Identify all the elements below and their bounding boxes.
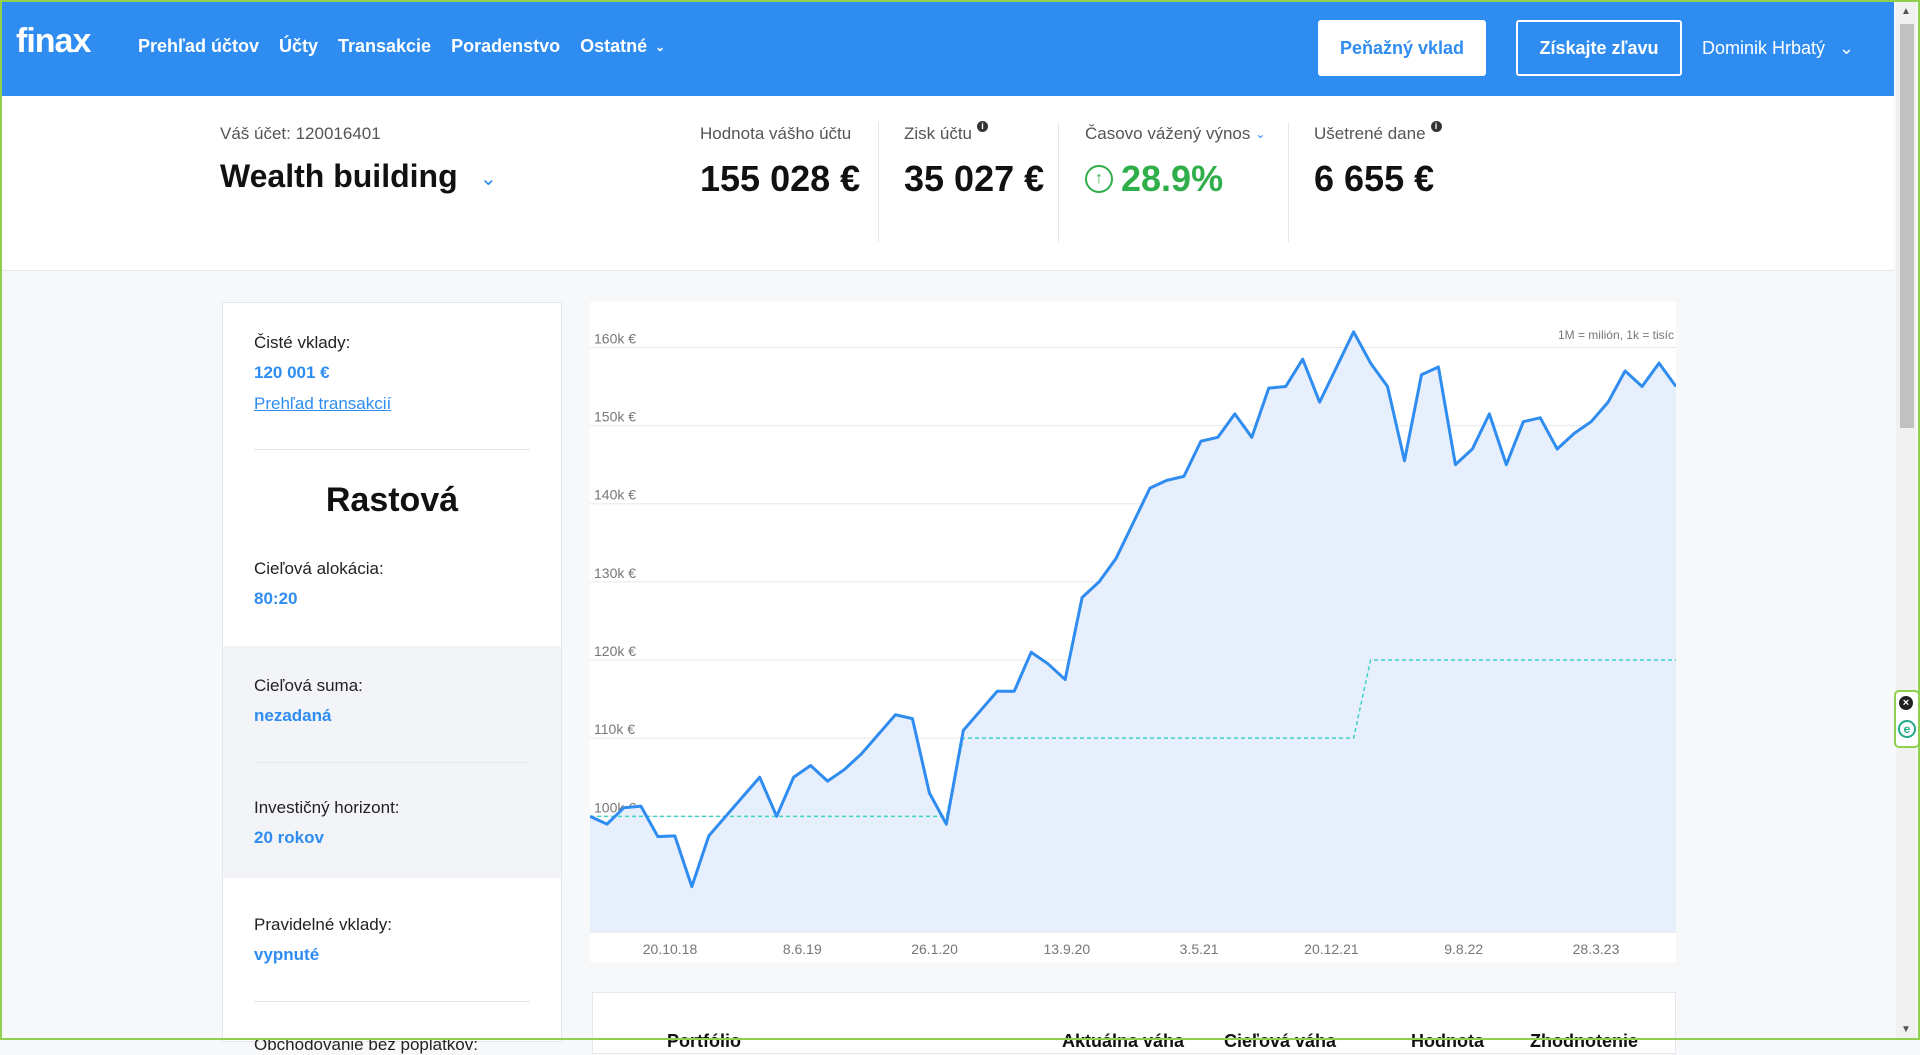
nav-accounts-overview-label: Prehľad účtov — [138, 36, 259, 56]
regular-deposits-label: Pravidelné vklady: — [254, 915, 392, 934]
scroll-up-arrow-icon[interactable]: ▲ — [1901, 6, 1911, 17]
x-tick-label: 26.1.20 — [911, 941, 958, 957]
time-weighted-return: 28.9% — [1121, 158, 1224, 199]
finax-logo[interactable]: finax — [16, 22, 91, 61]
x-tick-label: 28.3.23 — [1573, 941, 1620, 957]
target-allocation-label: Cieľová alokácia: — [254, 559, 384, 578]
nav-advice[interactable]: Poradenstvo — [451, 36, 560, 57]
nav-advice-label: Poradenstvo — [451, 36, 561, 56]
info-icon[interactable]: i — [977, 120, 989, 132]
y-tick-label: 150k € — [594, 409, 636, 425]
saved-taxes-label-row: Ušetrené dane i — [1314, 120, 1442, 144]
time-weighted-return-stat: Časovo vážený výnos ⌄ ↑ 28.9% — [1085, 124, 1265, 200]
main-nav: Prehľad účtov Účty Transakcie Poradenstv… — [138, 36, 665, 57]
arrow-up-circle-icon: ↑ — [1085, 165, 1113, 193]
column-current-weight[interactable]: Aktuálna váha — [1062, 1031, 1184, 1052]
net-deposits-label: Čisté vklady: — [254, 333, 351, 352]
account-profit: 35 027 € — [904, 158, 1045, 199]
scroll-down-arrow-icon[interactable]: ▼ — [1901, 1024, 1911, 1035]
target-sum-value[interactable]: nezadaná — [254, 706, 331, 726]
target-allocation-value: 80:20 — [254, 589, 298, 608]
account-name: Wealth building — [220, 158, 458, 194]
account-value-stat: Hodnota vášho účtu 155 028 € — [700, 124, 860, 200]
account-summary: Váš účet: 120016401 Wealth building ⌄ Ho… — [0, 96, 1894, 271]
close-icon[interactable]: × — [1899, 696, 1913, 710]
chevron-down-icon: ⌄ — [655, 39, 666, 54]
transactions-overview-link[interactable]: Prehľad transakcií — [254, 394, 391, 414]
user-name: Dominik Hrbatý — [1702, 38, 1826, 58]
account-profit-label: Zisk účtu — [904, 124, 973, 143]
target-sum-label: Cieľová suma: — [254, 676, 363, 695]
account-details-panel: Čisté vklady: 120 001 € Prehľad transakc… — [222, 302, 562, 1054]
column-target-weight[interactable]: Cieľová váha — [1224, 1031, 1336, 1052]
chart-canvas: 160k €150k €140k €130k €120k €110k €100k… — [590, 328, 1676, 957]
y-tick-label: 110k € — [594, 721, 635, 737]
saved-taxes: 6 655 € — [1314, 158, 1435, 199]
value-area-fill — [590, 331, 1676, 932]
saved-taxes-label: Ušetrené dane — [1314, 124, 1426, 143]
e-icon[interactable]: e — [1898, 720, 1916, 738]
divider — [1288, 122, 1289, 242]
nav-accounts[interactable]: Účty — [279, 36, 318, 57]
x-tick-label: 8.6.19 — [783, 941, 822, 957]
strategy-name: Rastová — [325, 481, 459, 519]
x-tick-label: 20.12.21 — [1304, 941, 1359, 957]
page-scrollbar[interactable]: ▲ ▼ — [1896, 0, 1916, 1040]
user-menu[interactable]: Dominik Hrbatý ⌄ — [1702, 38, 1854, 59]
nav-transactions-label: Transakcie — [337, 36, 432, 56]
portfolio-table: Portfólio Aktuálna váha Cieľová váha Hod… — [592, 992, 1676, 1054]
account-number: Váš účet: 120016401 — [220, 124, 381, 143]
time-weighted-return-selector[interactable]: Časovo vážený výnos ⌄ — [1085, 124, 1265, 144]
column-portfolio[interactable]: Portfólio — [667, 1031, 741, 1052]
info-icon[interactable]: i — [1430, 120, 1442, 132]
net-deposits-value: 120 001 € — [254, 363, 330, 382]
nav-transactions[interactable]: Transakcie — [338, 36, 431, 57]
account-profit-label-row: Zisk účtu i — [904, 120, 1044, 144]
account-value: 155 028 € — [700, 158, 861, 199]
investment-horizon-label: Investičný horizont: — [254, 798, 400, 817]
divider — [254, 449, 530, 450]
x-tick-label: 20.10.18 — [643, 941, 698, 957]
x-tick-label: 13.9.20 — [1043, 941, 1090, 957]
divider — [254, 1001, 530, 1002]
column-value[interactable]: Hodnota — [1411, 1031, 1484, 1052]
scrollbar-thumb[interactable] — [1900, 24, 1914, 428]
cash-deposit-button[interactable]: Peňažný vklad — [1318, 20, 1486, 76]
column-appreciation[interactable]: Zhodnotenie — [1530, 1031, 1638, 1052]
y-tick-label: 130k € — [594, 565, 636, 581]
account-value-label: Hodnota vášho účtu — [700, 124, 852, 143]
panel-grey-section: Cieľová suma: nezadaná Investičný horizo… — [223, 646, 561, 878]
y-tick-label: 140k € — [594, 487, 636, 503]
extension-widget: × e — [1894, 690, 1920, 748]
portfolio-value-chart[interactable]: 160k €150k €140k €130k €120k €110k €100k… — [590, 302, 1676, 962]
account-profit-stat: Zisk účtu i 35 027 € — [904, 120, 1045, 200]
nav-other-label: Ostatné — [580, 36, 648, 56]
units-note: 1M = milión, 1k = tisíc — [1558, 328, 1674, 342]
regular-deposits-value[interactable]: vypnuté — [254, 945, 319, 965]
chevron-down-icon: ⌄ — [1255, 127, 1266, 141]
divider — [878, 122, 879, 242]
top-navigation-bar: finax Prehľad účtov Účty Transakcie Pora… — [0, 0, 1894, 96]
fee-free-trading-label: Obchodovanie bez poplatkov: — [254, 1035, 478, 1054]
x-tick-label: 9.8.22 — [1444, 941, 1483, 957]
investment-horizon-value[interactable]: 20 rokov — [254, 828, 324, 848]
get-discount-button[interactable]: Získajte zľavu — [1516, 20, 1682, 76]
time-weighted-return-value: ↑ 28.9% — [1085, 158, 1265, 200]
divider — [1058, 122, 1059, 242]
y-tick-label: 160k € — [594, 330, 636, 346]
divider — [254, 762, 530, 763]
nav-accounts-label: Účty — [278, 36, 318, 56]
saved-taxes-stat: Ušetrené dane i 6 655 € — [1314, 120, 1442, 200]
chevron-down-icon: ⌄ — [1839, 38, 1855, 58]
x-tick-label: 3.5.21 — [1180, 941, 1219, 957]
account-select-chevron-icon[interactable]: ⌄ — [480, 166, 497, 191]
time-weighted-return-label: Časovo vážený výnos — [1085, 124, 1251, 143]
y-tick-label: 120k € — [594, 643, 636, 659]
nav-other[interactable]: Ostatné ⌄ — [580, 36, 665, 57]
nav-accounts-overview[interactable]: Prehľad účtov — [138, 36, 259, 57]
